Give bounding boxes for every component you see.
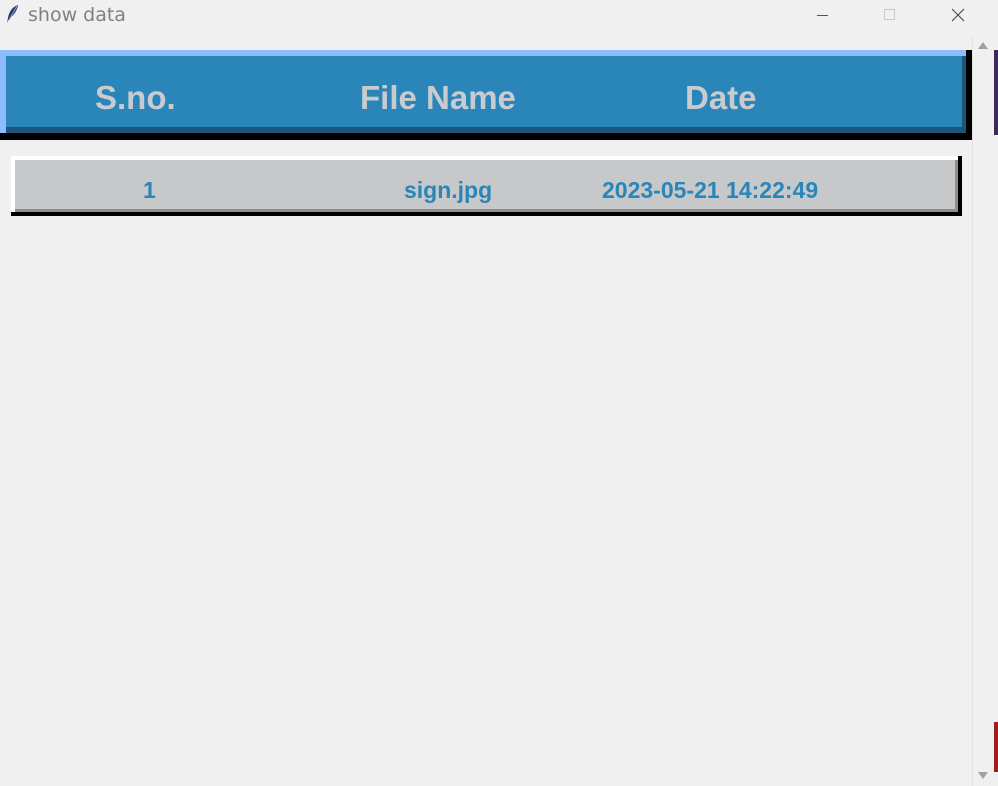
scroll-up-button[interactable]: [977, 40, 989, 50]
window-title: show data: [28, 4, 126, 26]
header-file-name: File Name: [360, 79, 516, 116]
arrow-down-icon: [978, 771, 988, 779]
feather-icon: [7, 5, 18, 23]
close-button[interactable]: [935, 0, 981, 30]
vertical-scrollbar[interactable]: [972, 37, 994, 786]
row-panel: 1 sign.jpg 2023-05-21 14:22:49: [15, 160, 958, 212]
cell-sno: 1: [143, 177, 156, 203]
maximize-button[interactable]: [867, 0, 913, 30]
header-date: Date: [685, 79, 757, 116]
close-icon: [951, 8, 965, 22]
minimize-icon: [817, 15, 828, 16]
scroll-down-button[interactable]: [977, 770, 989, 780]
cell-file-name: sign.jpg: [404, 177, 493, 203]
header-sno: S.no.: [95, 79, 176, 116]
minimize-button[interactable]: [800, 0, 846, 30]
table-header: S.no. File Name Date: [0, 50, 972, 140]
cell-date: 2023-05-21 14:22:49: [602, 177, 819, 203]
arrow-up-icon: [978, 41, 988, 49]
maximize-icon: [884, 9, 895, 20]
header-panel: S.no. File Name Date: [6, 56, 962, 127]
table-row[interactable]: 1 sign.jpg 2023-05-21 14:22:49: [11, 156, 962, 216]
app-window: show data S.no. File Name Date 1 sign.jp…: [0, 0, 998, 786]
title-bar[interactable]: show data: [0, 0, 998, 30]
